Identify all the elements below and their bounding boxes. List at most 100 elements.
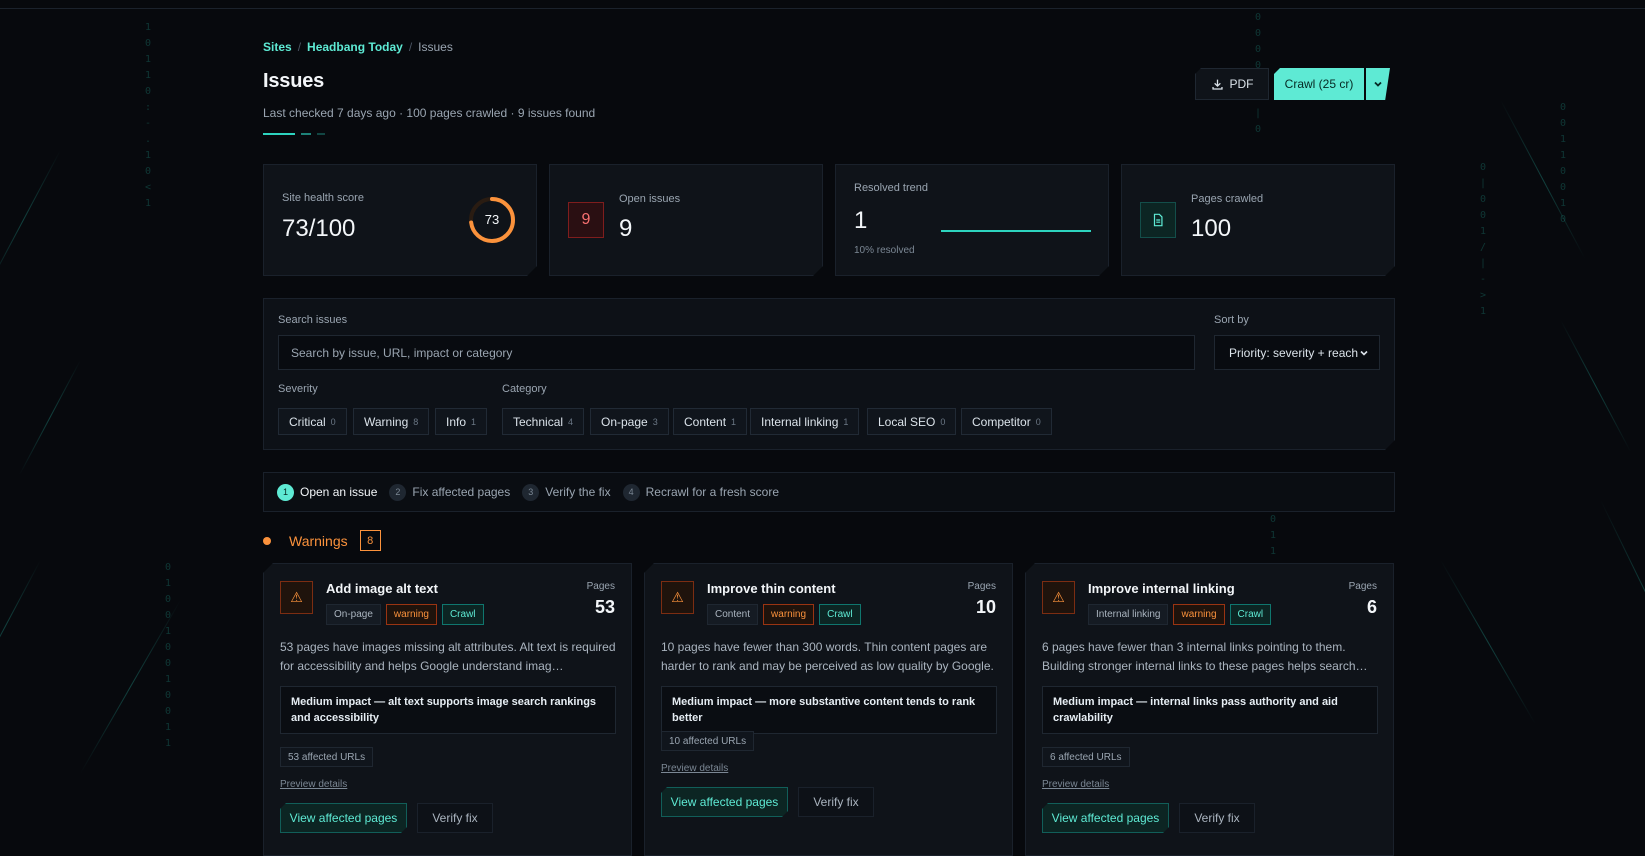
issue-card: ⚠ Add image alt text On-page warning Cra…: [263, 563, 632, 856]
issue-title: Add image alt text: [326, 581, 438, 596]
step-fix-pages: 2 Fix affected pages: [389, 483, 510, 501]
chip-count: 1: [731, 416, 737, 427]
step-label: Recrawl for a fresh score: [645, 485, 779, 499]
chip-label: Content: [684, 414, 727, 429]
affected-urls-badge: 53 affected URLs: [280, 747, 374, 767]
step-label: Open an issue: [300, 485, 378, 499]
chip-info[interactable]: Info 1: [435, 408, 487, 435]
breadcrumb-site[interactable]: Headbang Today: [307, 40, 403, 54]
source-tag: Crawl: [441, 604, 484, 625]
title-underline: [263, 133, 325, 135]
health-score-ring: 73: [467, 195, 517, 245]
chip-count: 0: [330, 416, 336, 427]
issue-tags: Content warning Crawl: [707, 604, 861, 625]
view-affected-pages-button[interactable]: View affected pages: [661, 787, 788, 817]
page-subtitle: Last checked 7 days ago · 100 pages craw…: [263, 106, 596, 120]
severity-label: Severity: [278, 383, 318, 395]
verify-fix-button[interactable]: Verify fix: [1179, 803, 1255, 833]
pages-count: 53: [594, 597, 615, 617]
section-count-badge: 8: [359, 530, 381, 551]
step-number: 3: [522, 483, 540, 501]
resolved-trend-sub: 10% resolved: [854, 245, 915, 256]
preview-details-link[interactable]: Preview details: [661, 763, 728, 774]
breadcrumb: Sites / Headbang Today / Issues: [263, 40, 453, 54]
step-number: 1: [277, 483, 294, 501]
view-affected-pages-button[interactable]: View affected pages: [280, 803, 407, 833]
affected-urls-badge: 10 affected URLs: [661, 731, 755, 751]
severity-tag: warning: [1173, 604, 1225, 625]
open-issues-value: 9: [619, 215, 633, 242]
sort-select-value: Priority: severity + reach: [1229, 345, 1359, 360]
warning-dot-icon: [263, 536, 271, 545]
warning-triangle-icon: ⚠: [661, 581, 694, 614]
pages-label: Pages: [1348, 581, 1377, 592]
category-tag: Internal linking: [1088, 604, 1169, 625]
issue-title: Improve thin content: [707, 581, 836, 596]
impact-note: Medium impact — alt text supports image …: [280, 686, 616, 734]
chip-label: Critical: [289, 414, 326, 429]
crawl-button-label: Crawl (25 cr): [1284, 77, 1354, 91]
chip-warning[interactable]: Warning 8: [353, 408, 429, 435]
preview-details-link[interactable]: Preview details: [1042, 779, 1109, 790]
resolved-trend-sparkline: [941, 226, 1091, 236]
step-verify-fix: 3 Verify the fix: [522, 483, 611, 501]
chevron-down-icon: [1374, 81, 1382, 87]
breadcrumb-sites[interactable]: Sites: [263, 40, 292, 54]
chip-label: Technical: [513, 414, 564, 429]
crawl-options-button[interactable]: [1366, 68, 1390, 100]
chip-count: 0: [940, 416, 946, 427]
chip-label: On-page: [601, 414, 648, 429]
category-label: Category: [502, 383, 547, 395]
chip-label: Internal linking: [761, 414, 839, 429]
verify-fix-button[interactable]: Verify fix: [417, 803, 493, 833]
issue-card: ⚠ Improve internal linking Internal link…: [1025, 563, 1394, 856]
chip-technical[interactable]: Technical 4: [502, 408, 584, 435]
issue-title: Improve internal linking: [1088, 581, 1235, 596]
severity-tag: warning: [763, 604, 815, 625]
step-number: 4: [622, 483, 640, 501]
filter-panel: Search issues Sort by Priority: severity…: [263, 298, 1395, 450]
breadcrumb-current: Issues: [418, 40, 453, 54]
document-icon: [1140, 202, 1176, 238]
chip-competitor[interactable]: Competitor 0: [961, 408, 1052, 435]
warnings-section-header: Warnings 8: [263, 530, 381, 551]
chip-on-page[interactable]: On-page 3: [590, 408, 669, 435]
category-tag: Content: [707, 604, 759, 625]
impact-note: Medium impact — more substantive content…: [661, 686, 997, 734]
crawl-button[interactable]: Crawl (25 cr): [1274, 68, 1364, 100]
chip-label: Warning: [364, 414, 409, 429]
chip-count: 8: [413, 416, 419, 427]
pdf-button-label: PDF: [1229, 77, 1254, 91]
chip-local-seo[interactable]: Local SEO 0: [867, 408, 956, 435]
search-input[interactable]: [278, 335, 1195, 370]
chip-count: 4: [568, 416, 574, 427]
pages-crawled-value: 100: [1191, 215, 1232, 242]
issue-tags: On-page warning Crawl: [326, 604, 484, 625]
chip-count: 3: [652, 416, 658, 427]
chip-label: Info: [446, 414, 467, 429]
pdf-button[interactable]: PDF: [1195, 68, 1269, 100]
chip-count: 1: [843, 416, 849, 427]
impact-note: Medium impact — internal links pass auth…: [1042, 686, 1378, 734]
pages-label: Pages: [967, 581, 996, 592]
resolved-trend-card: Resolved trend 1 10% resolved: [835, 164, 1109, 276]
verify-fix-button[interactable]: Verify fix: [798, 787, 874, 817]
pages-count: 6: [1366, 597, 1377, 617]
breadcrumb-separator: /: [297, 40, 302, 54]
resolved-trend-value: 1: [854, 207, 868, 234]
chip-content[interactable]: Content 1: [673, 408, 747, 435]
issue-card: ⚠ Improve thin content Content warning C…: [644, 563, 1013, 856]
chip-critical[interactable]: Critical 0: [278, 408, 347, 435]
view-affected-pages-button[interactable]: View affected pages: [1042, 803, 1169, 833]
sort-select[interactable]: Priority: severity + reach: [1214, 335, 1380, 370]
step-recrawl: 4 Recrawl for a fresh score: [622, 483, 779, 501]
download-icon: [1211, 79, 1223, 90]
chip-internal-linking[interactable]: Internal linking 1: [750, 408, 859, 435]
step-label: Verify the fix: [545, 485, 611, 499]
issue-description: 6 pages have fewer than 3 internal links…: [1042, 640, 1368, 673]
preview-details-link[interactable]: Preview details: [280, 779, 347, 790]
health-score-value: 73/100: [282, 215, 356, 242]
issue-count-icon: 9: [568, 202, 604, 238]
open-issues-label: Open issues: [619, 193, 681, 205]
issue-description: 10 pages have fewer than 300 words. Thin…: [661, 640, 994, 673]
